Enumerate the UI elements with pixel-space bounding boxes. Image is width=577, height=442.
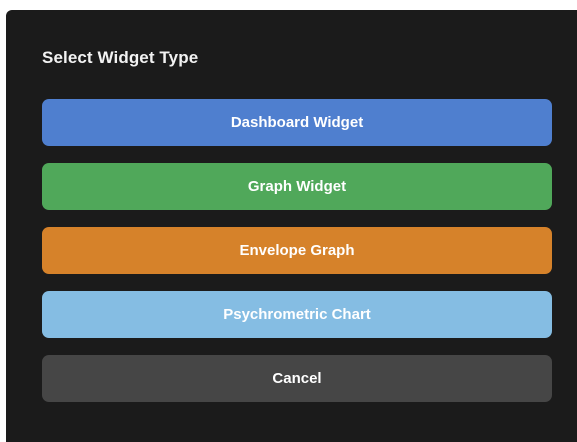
psychrometric-chart-button[interactable]: Psychrometric Chart <box>42 291 552 338</box>
dashboard-widget-button[interactable]: Dashboard Widget <box>42 99 552 146</box>
dialog-title: Select Widget Type <box>42 48 199 67</box>
cancel-button[interactable]: Cancel <box>42 355 552 402</box>
envelope-graph-button[interactable]: Envelope Graph <box>42 227 552 274</box>
graph-widget-button[interactable]: Graph Widget <box>42 163 552 210</box>
select-widget-type-dialog: Select Widget Type Dashboard Widget Grap… <box>6 10 577 442</box>
